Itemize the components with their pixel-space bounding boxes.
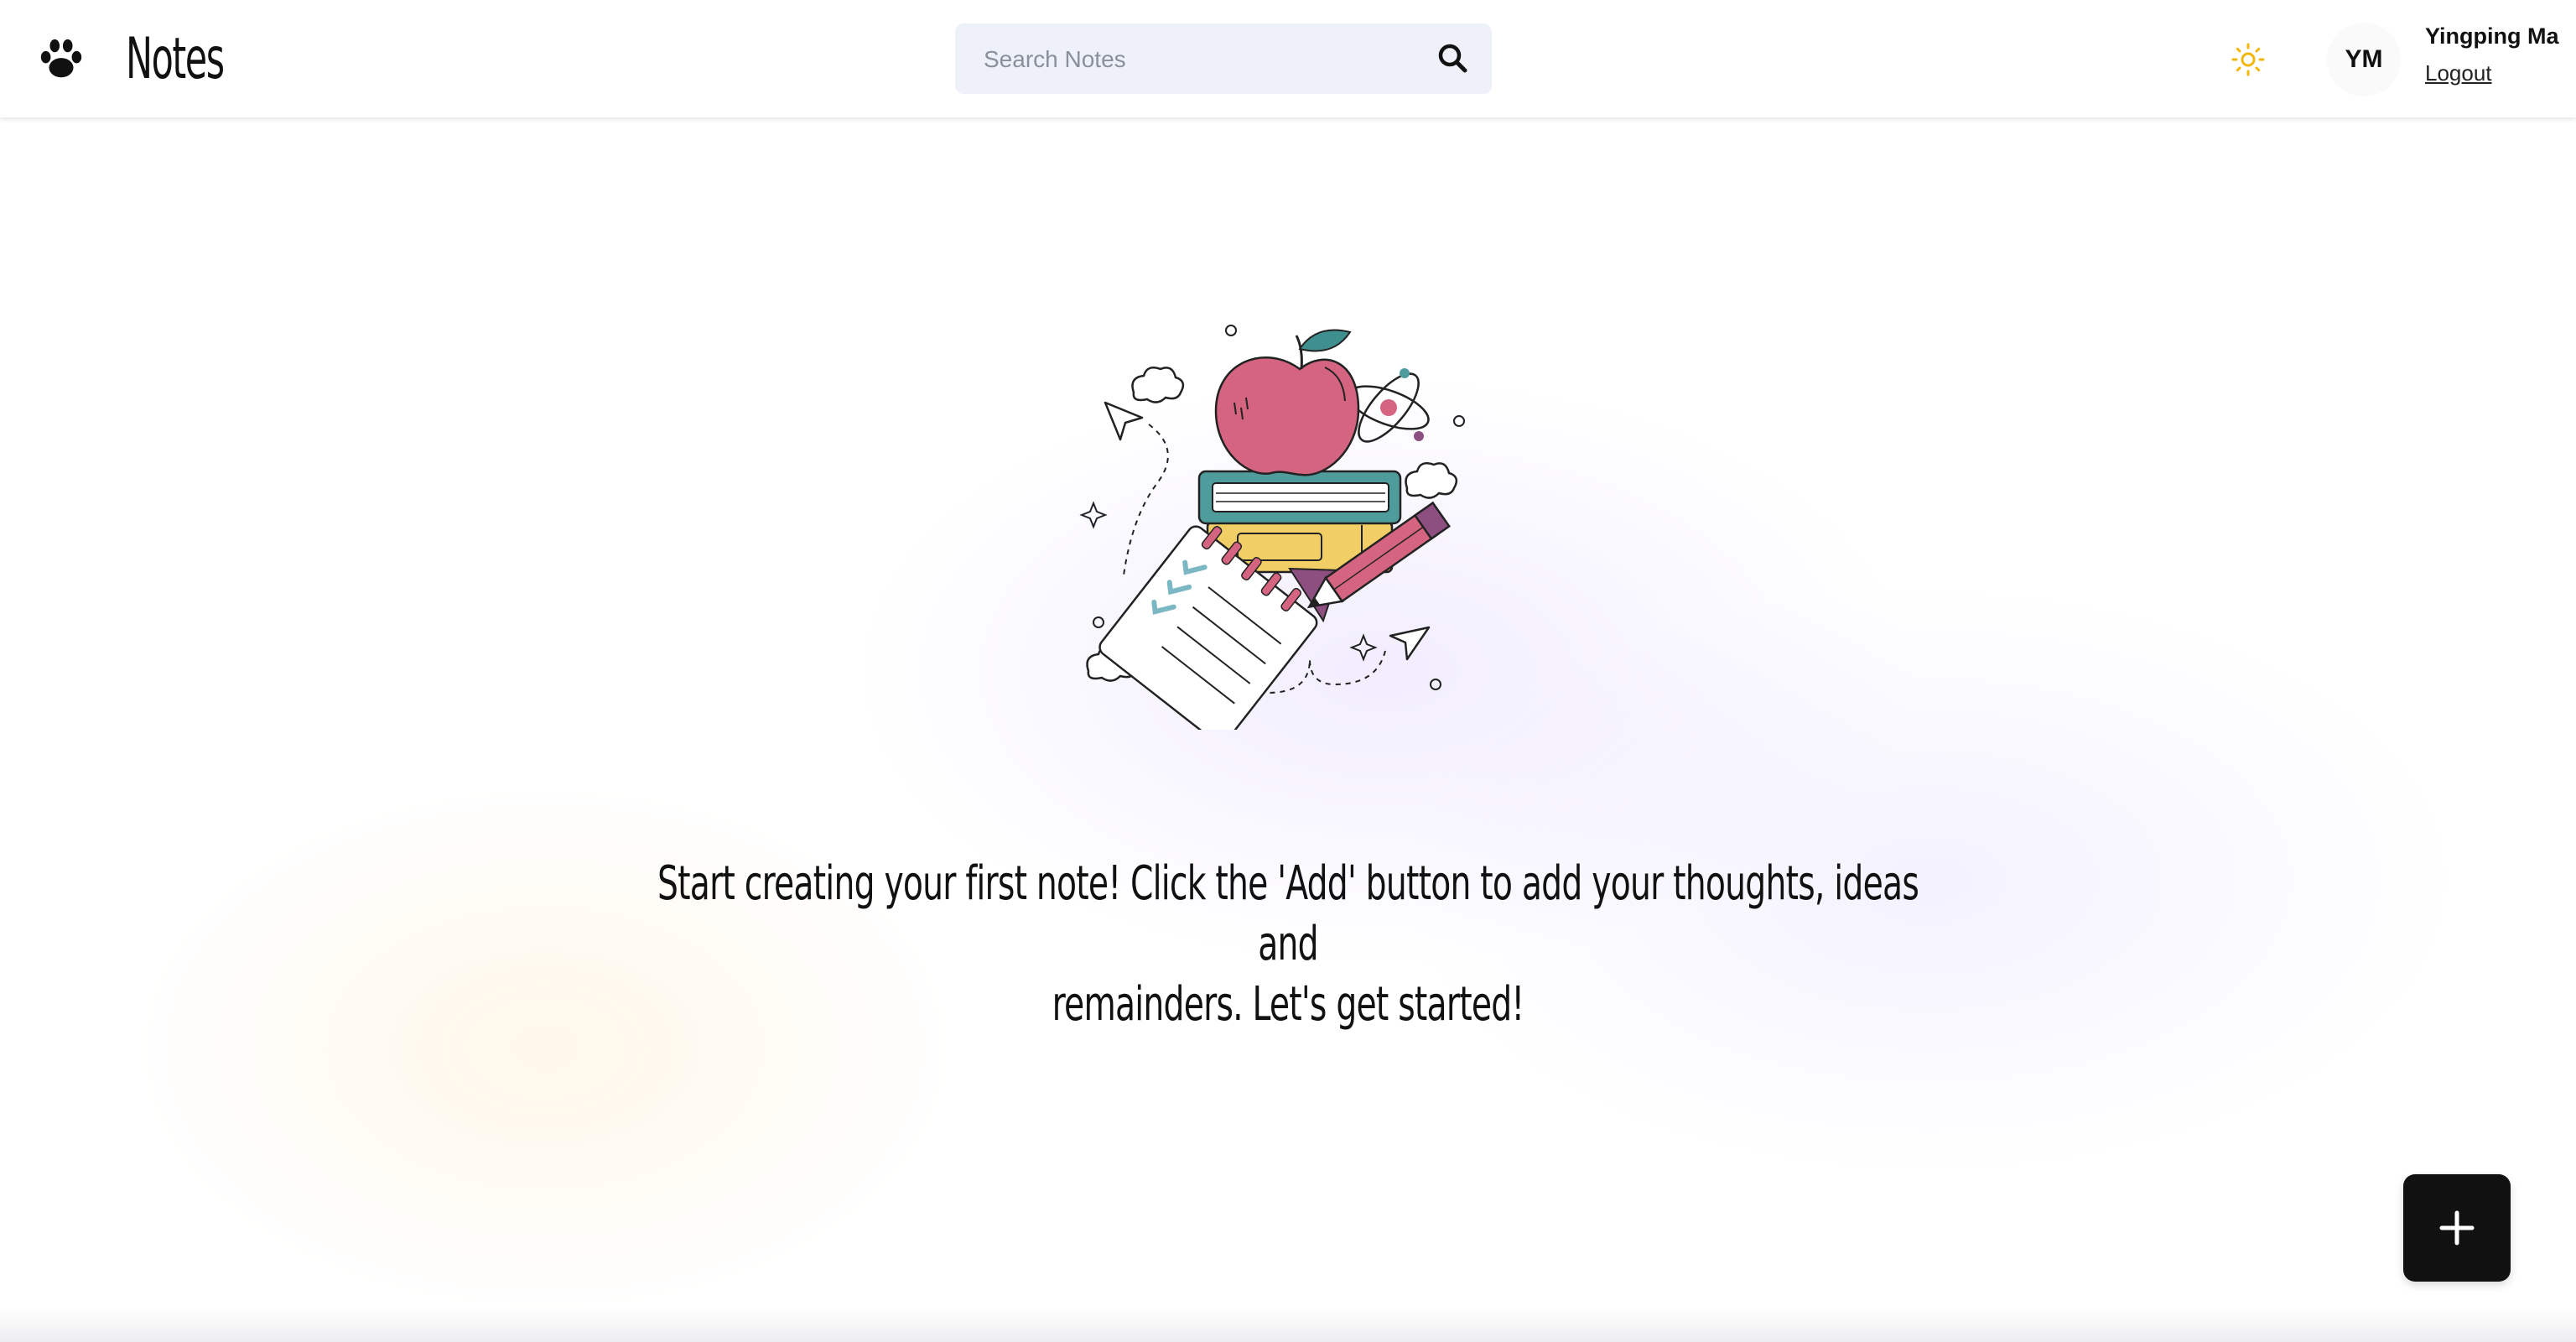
- empty-state-message: Start creating your first note! Click th…: [449, 854, 2127, 1035]
- empty-state-message-line-1: Start creating your first note! Click th…: [657, 856, 1919, 971]
- logout-link[interactable]: Logout: [2425, 60, 2492, 86]
- user-name: Yingping Ma: [2425, 23, 2559, 49]
- plus-icon: [2439, 1210, 2475, 1246]
- page: Notes YM Yingping Ma Logout: [0, 0, 2576, 1342]
- search-bar: [955, 23, 1492, 96]
- search-icon[interactable]: [1435, 40, 1472, 77]
- top-header: Notes YM Yingping Ma Logout: [0, 0, 2576, 117]
- books-apple-notebook-pencil-illustration: [1079, 325, 1465, 730]
- search-input[interactable]: [982, 23, 1421, 96]
- empty-state-message-line-2: remainders. Let's get started!: [1052, 977, 1525, 1032]
- paw-icon[interactable]: [37, 35, 86, 84]
- app-title: Notes: [126, 26, 225, 92]
- user-avatar[interactable]: YM: [2327, 23, 2401, 96]
- bottom-shadow: [0, 1308, 2576, 1342]
- sun-icon[interactable]: [2231, 42, 2266, 77]
- add-note-button[interactable]: [2403, 1174, 2511, 1282]
